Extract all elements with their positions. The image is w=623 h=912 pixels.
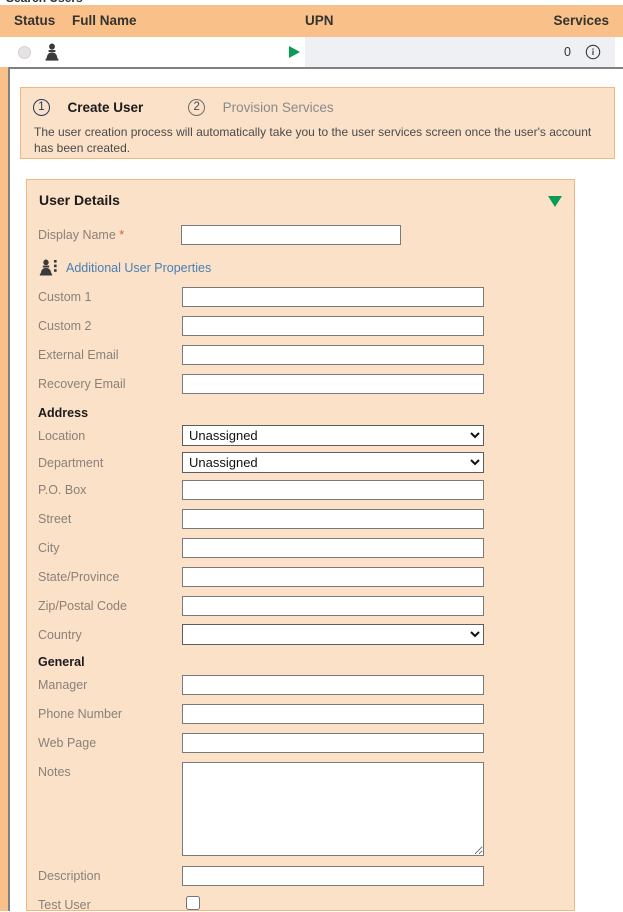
label-custom-1: Custom 1 — [38, 290, 92, 304]
recovery-email-input[interactable] — [182, 374, 484, 394]
description-input[interactable] — [182, 866, 484, 886]
notes-textarea[interactable] — [182, 762, 484, 856]
column-header-status[interactable]: Status — [14, 13, 55, 28]
section-header-general: General — [38, 655, 85, 669]
info-circle-icon[interactable] — [585, 44, 601, 65]
label-custom-2: Custom 2 — [38, 319, 92, 333]
display-name-input[interactable] — [181, 225, 401, 245]
column-header-services[interactable]: Services — [553, 13, 609, 28]
additional-user-properties-row[interactable]: Additional User Properties — [38, 259, 60, 279]
services-count: 0 — [564, 45, 571, 59]
section-header-address: Address — [38, 406, 88, 420]
column-header-full-name[interactable]: Full Name — [72, 13, 137, 28]
label-p-o-box: P.O. Box — [38, 483, 86, 497]
zip-postal-code-input[interactable] — [182, 596, 484, 616]
department-select[interactable]: Unassigned — [182, 452, 484, 473]
label-display-name-text: Display Name — [38, 228, 116, 242]
additional-user-properties-link[interactable]: Additional User Properties — [66, 261, 211, 275]
web-page-input[interactable] — [182, 733, 484, 753]
collapse-triangle-down-icon[interactable] — [548, 196, 562, 207]
location-select[interactable]: Unassigned — [182, 425, 484, 446]
label-street: Street — [38, 512, 71, 526]
country-select[interactable] — [182, 624, 484, 645]
grid-header: Status Full Name UPN Services — [0, 5, 623, 37]
column-header-upn[interactable]: UPN — [305, 13, 334, 28]
state-province-input[interactable] — [182, 567, 484, 587]
user-properties-icon[interactable] — [38, 264, 60, 281]
wizard-description: The user creation process will automatic… — [34, 124, 594, 156]
external-email-input[interactable] — [182, 345, 484, 365]
go-play-arrow-icon[interactable] — [289, 46, 300, 58]
user-bust-icon[interactable] — [44, 43, 60, 66]
label-city: City — [38, 541, 60, 555]
label-notes: Notes — [38, 765, 71, 779]
status-circle-icon — [18, 46, 31, 59]
label-location: Location — [38, 429, 85, 443]
step-1-number[interactable]: 1 — [33, 99, 50, 116]
label-state-province: State/Province — [38, 570, 119, 584]
street-input[interactable] — [182, 509, 484, 529]
step-2-label[interactable]: Provision Services — [223, 100, 334, 115]
manager-input[interactable] — [182, 675, 484, 695]
label-display-name: Display Name * — [38, 228, 124, 242]
full-name-input[interactable] — [70, 38, 300, 66]
step-2-number[interactable]: 2 — [188, 99, 205, 116]
wizard-steps: 1 Create User 2 Provision Services — [33, 99, 334, 119]
custom-2-input[interactable] — [182, 316, 484, 336]
label-web-page: Web Page — [38, 736, 96, 750]
label-external-email: External Email — [38, 348, 119, 362]
label-manager: Manager — [38, 678, 87, 692]
label-test-user: Test User — [38, 898, 91, 912]
grid-row: 0 — [8, 37, 615, 67]
label-recovery-email: Recovery Email — [38, 377, 126, 391]
custom-1-input[interactable] — [182, 287, 484, 307]
required-marker: * — [119, 228, 124, 242]
label-description: Description — [38, 869, 101, 883]
user-details-title: User Details — [39, 192, 120, 208]
label-department: Department — [38, 456, 103, 470]
p-o-box-input[interactable] — [182, 480, 484, 500]
label-phone-number: Phone Number — [38, 707, 122, 721]
label-zip-postal-code: Zip/Postal Code — [38, 599, 127, 613]
phone-number-input[interactable] — [182, 704, 484, 724]
city-input[interactable] — [182, 538, 484, 558]
label-country: Country — [38, 628, 82, 642]
step-1-label[interactable]: Create User — [67, 100, 143, 115]
wizard-step-panel: 1 Create User 2 Provision Services The u… — [20, 87, 615, 159]
test-user-checkbox[interactable] — [186, 896, 200, 910]
